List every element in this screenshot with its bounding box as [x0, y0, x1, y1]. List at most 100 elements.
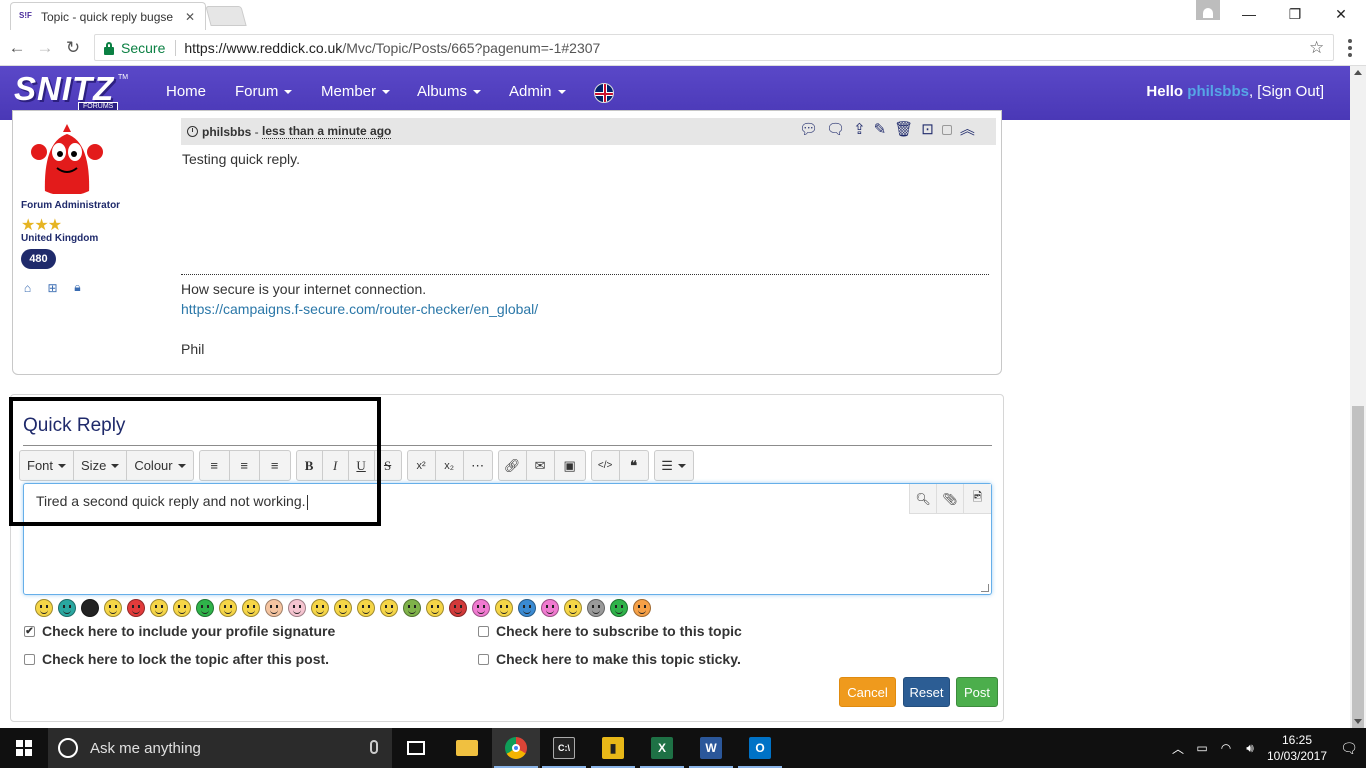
nav-member[interactable]: Member [321, 83, 391, 100]
sick-icon[interactable] [196, 599, 214, 617]
font-dropdown[interactable]: Font [20, 451, 75, 480]
cool-icon[interactable] [357, 599, 375, 617]
post-button[interactable]: Post [956, 677, 998, 707]
sticky-checkbox[interactable] [478, 653, 489, 665]
taskbar-clock[interactable]: 16:25 10/03/2017 [1262, 732, 1332, 764]
subscribe-option[interactable]: Check here to subscribe to this topic [478, 623, 742, 639]
surprised-icon[interactable] [380, 599, 398, 617]
nav-forum[interactable]: Forum [235, 83, 293, 100]
love-icon[interactable] [541, 599, 559, 617]
close-window-icon[interactable]: ✕ [1318, 0, 1364, 28]
attach-paperclip-icon[interactable]: 📎︎ [937, 484, 964, 513]
lock-topic-checkbox[interactable] [24, 653, 35, 665]
wink-icon[interactable] [495, 599, 513, 617]
question-smile-icon[interactable] [58, 599, 76, 617]
size-dropdown[interactable]: Size [74, 451, 128, 480]
underline-icon[interactable]: U [349, 451, 375, 480]
back-icon[interactable]: ← [6, 37, 28, 59]
skull-icon[interactable] [587, 599, 605, 617]
italic-icon[interactable]: I [323, 451, 349, 480]
browser-menu-icon[interactable] [1342, 38, 1358, 58]
browser-tab-active[interactable]: S!F Topic - quick reply bugse ✕ [10, 2, 206, 30]
list-icon[interactable]: ☰ [655, 451, 693, 480]
sitemap-icon[interactable]: ⊞ [46, 281, 59, 295]
restore-icon[interactable]: ❐ [1272, 0, 1318, 28]
chrome-icon[interactable] [492, 728, 540, 768]
big-smile-icon[interactable] [334, 599, 352, 617]
forward-icon[interactable]: → [34, 37, 56, 59]
bookmark-star-icon[interactable]: ☆ [1309, 38, 1333, 58]
blush-icon[interactable] [265, 599, 283, 617]
volume-icon[interactable]: 🔊︎ [1238, 741, 1262, 756]
angry-icon[interactable] [127, 599, 145, 617]
page-scrollbar[interactable] [1350, 66, 1366, 748]
archive-app-icon[interactable]: ▮ [589, 728, 637, 768]
file-explorer-icon[interactable] [443, 728, 491, 768]
strikethrough-icon[interactable]: S [375, 451, 401, 480]
happy-icon[interactable] [104, 599, 122, 617]
ip-info-icon[interactable]: ⊡ [921, 121, 934, 139]
resize-handle[interactable] [981, 584, 989, 592]
action-center-icon[interactable]: 🗨︎ [1332, 740, 1366, 757]
tab-close-icon[interactable]: ✕ [183, 10, 197, 24]
start-button[interactable] [0, 728, 48, 768]
excel-icon[interactable]: X [638, 728, 686, 768]
command-prompt-icon[interactable]: C:\ [540, 728, 588, 768]
scrollbar-thumb[interactable] [1352, 406, 1364, 748]
show-hidden-icons-icon[interactable]: ︿ [1166, 740, 1190, 757]
nav-home[interactable]: Home [166, 83, 206, 100]
image-icon[interactable]: ▣ [555, 451, 585, 480]
signature-link[interactable]: https://campaigns.f-secure.com/router-ch… [181, 301, 538, 317]
sleepy-icon[interactable] [173, 599, 191, 617]
frown-icon[interactable] [426, 599, 444, 617]
evil-icon[interactable] [449, 599, 467, 617]
url-text[interactable]: https://www.reddick.co.uk/Mvc/Topic/Post… [184, 40, 1309, 56]
task-view-icon[interactable] [392, 728, 440, 768]
lock-icon[interactable]: 🔒︎ [71, 280, 84, 294]
cold-icon[interactable] [518, 599, 536, 617]
share-icon[interactable]: ⇪ [853, 121, 866, 139]
include-signature-checkbox[interactable]: ✔ [24, 625, 35, 637]
word-icon[interactable]: W [687, 728, 735, 768]
disgust-icon[interactable] [403, 599, 421, 617]
upload-image-icon[interactable]: 🖻 [964, 484, 991, 513]
language-flag-icon[interactable] [594, 83, 614, 103]
bold-icon[interactable]: B [297, 451, 323, 480]
align-right-icon[interactable]: ≡ [260, 451, 290, 480]
select-post-checkbox[interactable] [941, 125, 952, 135]
link-icon[interactable]: 🔗︎ [499, 451, 527, 480]
shock-icon[interactable] [219, 599, 237, 617]
username-link[interactable]: philsbbs [1187, 83, 1249, 100]
lock-topic-option[interactable]: Check here to lock the topic after this … [24, 651, 329, 667]
code-icon[interactable]: </> [592, 451, 620, 480]
cortana-search[interactable]: Ask me anything [48, 728, 392, 768]
kiss-icon[interactable] [472, 599, 490, 617]
subscript-icon[interactable]: x₂ [436, 451, 464, 480]
eyes-icon[interactable] [242, 599, 260, 617]
align-center-icon[interactable]: ≡ [230, 451, 260, 480]
nav-albums[interactable]: Albums [417, 83, 482, 100]
sticky-option[interactable]: Check here to make this topic sticky. [478, 651, 741, 667]
new-tab-button[interactable] [205, 6, 247, 26]
post-author[interactable]: philsbbs [202, 125, 251, 139]
profile-icon[interactable] [1196, 0, 1220, 20]
scroll-down-icon[interactable] [1354, 719, 1362, 724]
avatar[interactable] [23, 122, 111, 196]
reset-button[interactable]: Reset [903, 677, 950, 707]
reload-icon[interactable]: ↻ [62, 37, 84, 59]
scroll-up-icon[interactable] [1354, 70, 1362, 75]
clown-icon[interactable] [288, 599, 306, 617]
include-signature-option[interactable]: ✔ Check here to include your profile sig… [24, 623, 335, 639]
preview-search-icon[interactable]: 🔍︎ [910, 484, 937, 513]
colour-dropdown[interactable]: Colour [127, 451, 192, 480]
wifi-icon[interactable]: ◠ [1214, 741, 1238, 755]
horizontal-rule-icon[interactable]: ⋯ [464, 451, 492, 480]
sign-out-link[interactable]: , [Sign Out] [1249, 83, 1324, 100]
alien-icon[interactable] [610, 599, 628, 617]
battery-icon[interactable]: ▭ [1190, 741, 1214, 755]
snitz-logo[interactable]: SNITZ FORUMS TM [14, 72, 128, 114]
align-left-icon[interactable]: ≡ [200, 451, 230, 480]
edit-icon[interactable]: ✎ [874, 121, 887, 139]
home-icon[interactable]: ⌂ [21, 281, 34, 295]
go-to-top-icon[interactable]: ︽ [960, 121, 975, 139]
